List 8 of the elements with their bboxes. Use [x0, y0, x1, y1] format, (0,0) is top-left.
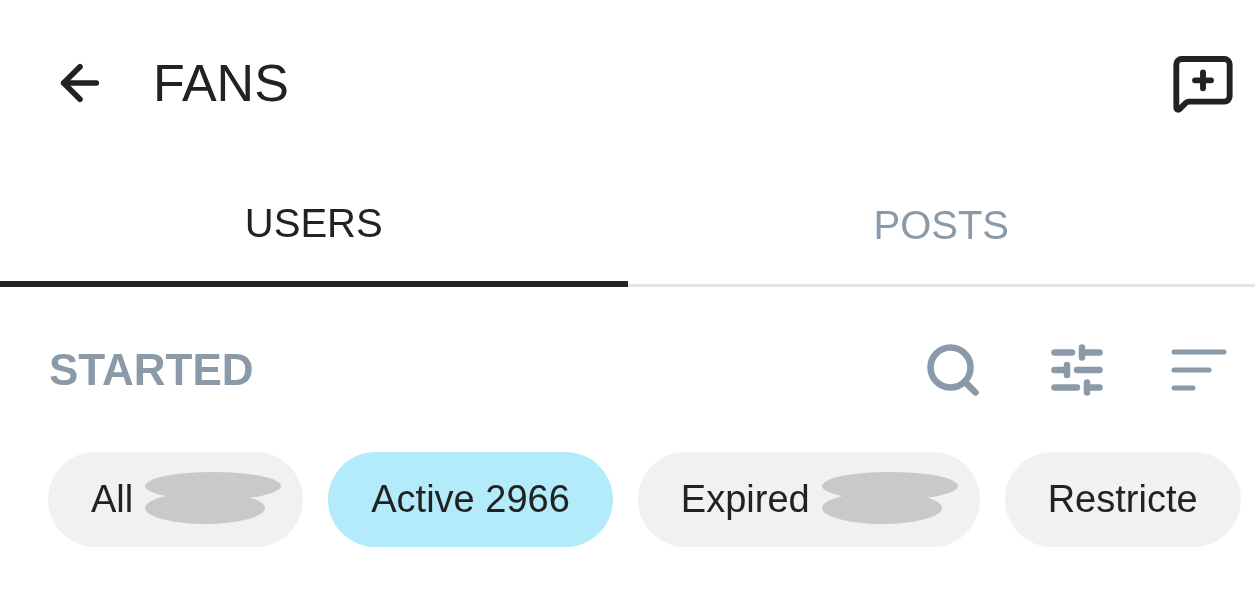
tab[interactable]: USERS: [0, 165, 628, 287]
sort-icon[interactable]: [1171, 347, 1227, 392]
filter-chip[interactable]: Restricte: [1004, 452, 1241, 547]
filter-chip[interactable]: Expired: [637, 452, 980, 547]
filter-chip[interactable]: All: [48, 452, 304, 547]
filter-chip[interactable]: Active 2966: [328, 452, 613, 547]
section-title: STARTED: [49, 343, 254, 396]
page-title: FANS: [153, 52, 289, 114]
